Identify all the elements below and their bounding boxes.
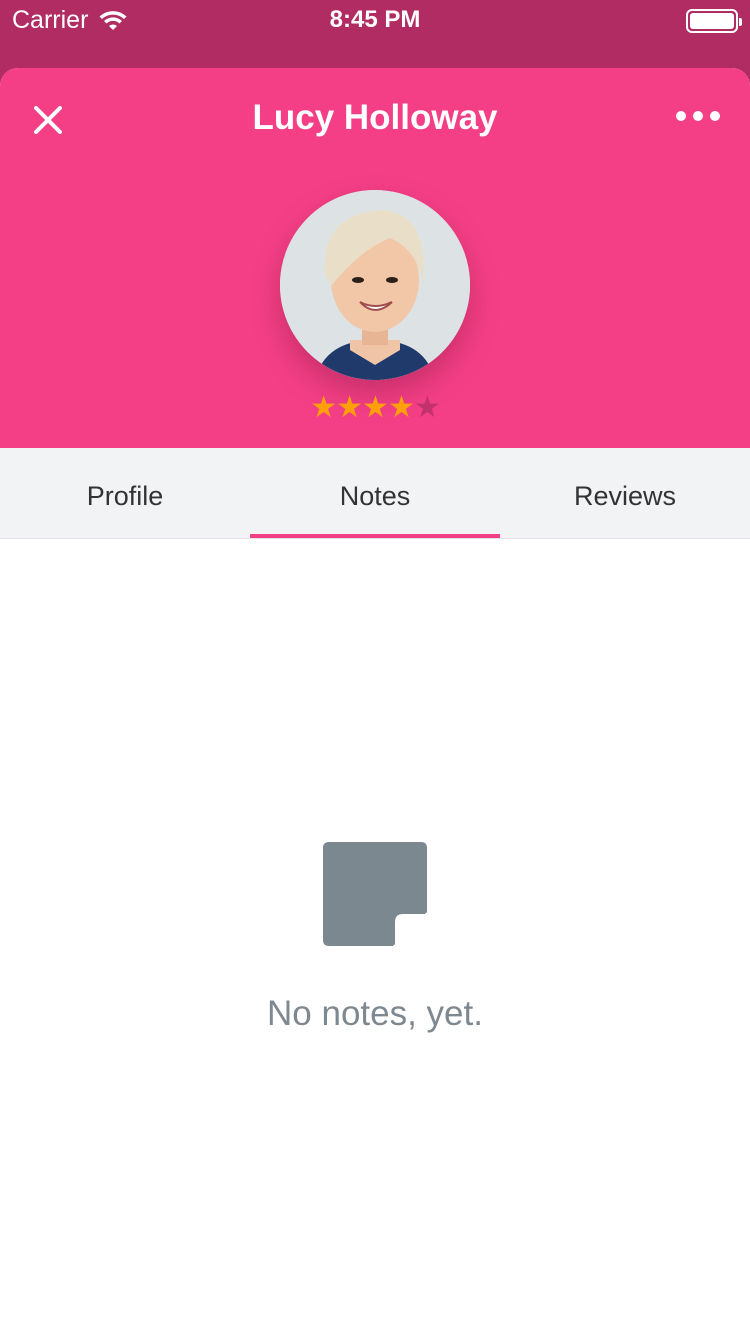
more-options-icon[interactable] — [676, 106, 720, 126]
profile-sheet: Lucy Holloway ★★★★★ Profile Notes Review… — [0, 68, 750, 1334]
empty-message: No notes, yet. — [267, 994, 483, 1033]
star-icon: ★ — [336, 391, 363, 424]
empty-state: No notes, yet. — [0, 842, 750, 1034]
star-empty-icon: ★ — [413, 391, 441, 424]
avatar — [280, 190, 470, 380]
profile-header: Lucy Holloway ★★★★★ — [0, 68, 750, 448]
star-icon: ★ — [310, 391, 337, 424]
tab-notes[interactable]: Notes — [250, 448, 500, 538]
status-bar: Carrier 8:45 PM — [0, 0, 750, 40]
star-icon: ★ — [387, 391, 415, 424]
tab-profile[interactable]: Profile — [0, 448, 250, 538]
tab-reviews[interactable]: Reviews — [500, 448, 750, 538]
clock: 8:45 PM — [329, 6, 421, 33]
page-title: Lucy Holloway — [252, 98, 498, 137]
note-icon — [323, 842, 427, 946]
battery-icon — [686, 9, 742, 33]
star-icon: ★ — [362, 391, 389, 424]
tab-bar: Profile Notes Reviews — [0, 448, 750, 539]
star-rating: ★★★★★ — [0, 390, 750, 426]
